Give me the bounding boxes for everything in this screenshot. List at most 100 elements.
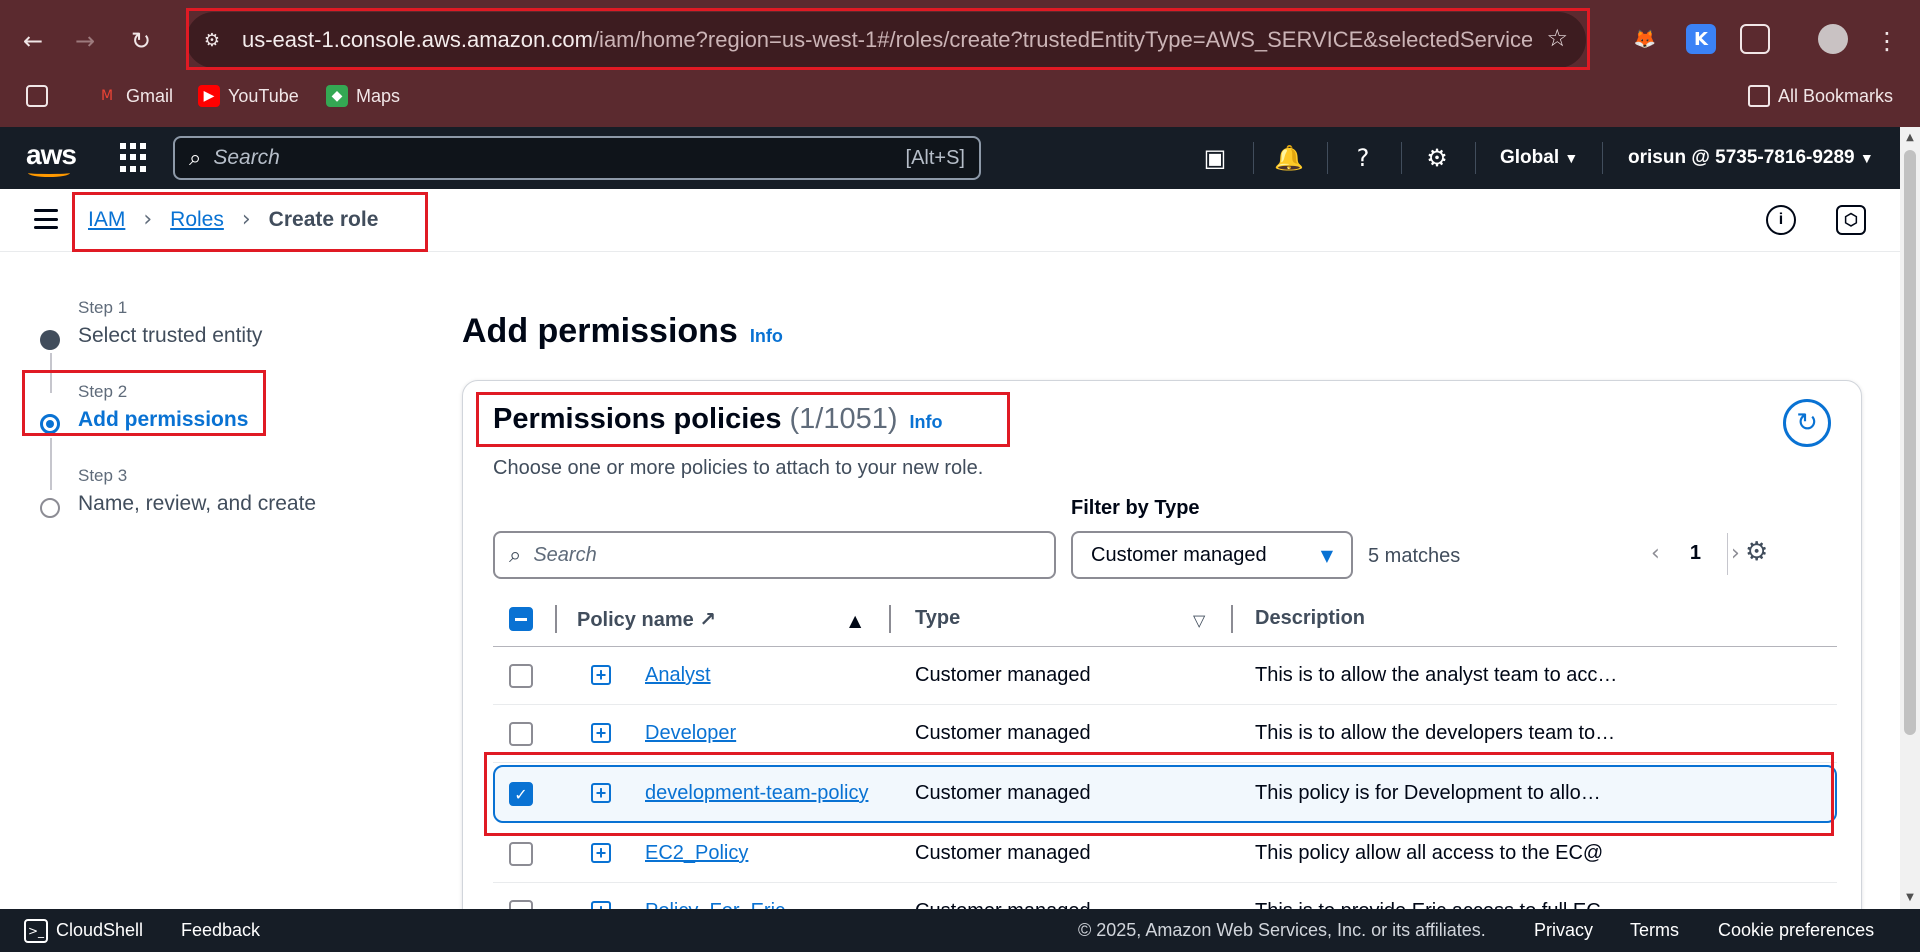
column-label: Policy name (577, 609, 694, 631)
breadcrumb: IAM › Roles › Create role (88, 207, 378, 232)
step-1[interactable]: Step 1 Select trusted entity (78, 298, 262, 348)
search-placeholder: Search (213, 146, 280, 169)
browser-menu-icon[interactable]: ⋮ (1870, 24, 1904, 58)
row-checkbox[interactable] (509, 722, 533, 746)
bookmark-maps[interactable]: ◆ Maps (326, 80, 400, 112)
page-info-link[interactable]: Info (750, 326, 783, 347)
refresh-icon[interactable]: ↻ (1783, 399, 1831, 447)
bookmark-label: Gmail (126, 85, 174, 106)
breadcrumb-bar: IAM › Roles › Create role i ⬡ (0, 189, 1900, 252)
notifications-panel-icon[interactable]: ⬡ (1836, 205, 1866, 235)
aws-logo[interactable]: aws (26, 139, 77, 177)
panel-title: Permissions policies (1/1051) Info (493, 403, 943, 436)
step-2-dot (40, 414, 60, 434)
policy-search-input[interactable]: ⌕ Search (493, 531, 1056, 579)
profile-avatar[interactable] (1818, 24, 1848, 54)
select-all-checkbox[interactable] (509, 607, 533, 631)
step-2: Step 2 Add permissions (78, 382, 248, 432)
expand-row-icon[interactable]: + (591, 665, 611, 685)
metamask-icon[interactable]: 🦊 (1630, 24, 1660, 54)
policy-type: Customer managed (915, 842, 1091, 864)
settings-gear-icon[interactable]: ⚙ (1420, 141, 1454, 175)
reload-icon[interactable]: ↻ (124, 24, 158, 58)
policy-name-link[interactable]: Developer (645, 722, 736, 745)
bookmarks-bar: M Gmail ▶ YouTube ◆ Maps All Bookmarks (0, 80, 1920, 112)
scroll-up-icon[interactable]: ▲ (1902, 132, 1918, 146)
row-checkbox-checked[interactable]: ✓ (509, 782, 533, 806)
breadcrumb-roles[interactable]: Roles (170, 208, 224, 232)
expand-row-icon[interactable]: + (591, 723, 611, 743)
apps-grid-icon[interactable] (26, 80, 56, 112)
policy-name-link[interactable]: Analyst (645, 664, 711, 687)
row-checkbox[interactable] (509, 664, 533, 688)
cloudshell-icon[interactable]: >_ (24, 919, 48, 943)
address-bar[interactable]: ⚙ us-east-1.console.aws.amazon.com/iam/h… (186, 12, 1586, 68)
scrollbar-thumb[interactable] (1904, 150, 1916, 735)
sort-icon[interactable]: ▽ (1193, 611, 1205, 630)
policy-name-link[interactable]: development-team-policy (645, 782, 868, 805)
account-menu[interactable]: orisun @ 5735-7816-9289 ▼ (1628, 147, 1874, 169)
table-row-selected[interactable]: ✓ + development-team-policy Customer man… (493, 765, 1837, 823)
table-preferences-gear-icon[interactable]: ⚙ (1745, 537, 1768, 567)
search-shortcut: [Alt+S] (905, 146, 965, 169)
row-checkbox[interactable] (509, 842, 533, 866)
policy-type: Customer managed (915, 664, 1091, 686)
all-bookmarks-label: All Bookmarks (1778, 85, 1894, 106)
page-title-text: Add permissions (462, 312, 738, 350)
extensions-puzzle-icon[interactable] (1740, 24, 1770, 54)
table-row[interactable]: + Analyst Customer managed This is to al… (493, 647, 1837, 705)
step-1-dot (40, 330, 60, 350)
column-type[interactable]: Type (915, 607, 960, 630)
services-grid-icon[interactable] (120, 143, 150, 173)
expand-row-icon[interactable]: + (591, 783, 611, 803)
youtube-icon: ▶ (198, 85, 220, 107)
search-icon: ⌕ (189, 145, 202, 171)
current-page[interactable]: 1 (1690, 542, 1701, 565)
chevron-right-icon: › (241, 207, 251, 232)
footer-feedback[interactable]: Feedback (181, 920, 260, 941)
footer-privacy[interactable]: Privacy (1534, 920, 1593, 941)
permissions-policies-panel: Permissions policies (1/1051) Info ↻ Cho… (462, 380, 1862, 952)
policy-description: This is to allow the developers team to… (1255, 722, 1616, 744)
policy-description: This policy is for Development to allo… (1255, 782, 1601, 804)
region-selector[interactable]: Global ▼ (1500, 147, 1578, 169)
back-icon[interactable]: ← (16, 24, 50, 58)
footer-cloudshell[interactable]: CloudShell (56, 920, 143, 941)
step-number: Step 3 (78, 466, 128, 485)
step-3-dot (40, 498, 60, 518)
cloudshell-icon[interactable]: ▣ (1198, 141, 1232, 175)
column-description[interactable]: Description (1255, 607, 1365, 630)
policy-name-link[interactable]: EC2_Policy (645, 842, 748, 865)
notifications-bell-icon[interactable]: 🔔 (1272, 141, 1306, 175)
info-panel-icon[interactable]: i (1766, 205, 1796, 235)
footer-terms[interactable]: Terms (1630, 920, 1679, 941)
table-row[interactable]: + EC2_Policy Customer managed This polic… (493, 825, 1837, 883)
panel-info-link[interactable]: Info (910, 412, 943, 433)
caret-down-icon: ▼ (1320, 545, 1333, 565)
bookmark-youtube[interactable]: ▶ YouTube (198, 80, 299, 112)
side-nav-menu-icon[interactable] (34, 209, 58, 229)
bookmark-gmail[interactable]: M Gmail (96, 80, 173, 112)
aws-search-input[interactable]: ⌕ Search [Alt+S] (173, 136, 981, 180)
all-bookmarks[interactable]: All Bookmarks (1748, 80, 1893, 112)
k-extension-icon[interactable]: K (1686, 24, 1716, 54)
prev-page-icon[interactable]: ‹ (1651, 541, 1660, 566)
scroll-down-icon[interactable]: ▼ (1902, 892, 1918, 906)
step-number: Step 2 (78, 382, 128, 401)
column-policy-name[interactable]: Policy name ↗ (577, 607, 716, 632)
help-icon[interactable]: ? (1346, 141, 1380, 175)
breadcrumb-iam[interactable]: IAM (88, 208, 125, 232)
bookmark-star-icon[interactable]: ☆ (1546, 24, 1568, 52)
forward-icon[interactable]: → (68, 24, 102, 58)
expand-row-icon[interactable]: + (591, 843, 611, 863)
bookmark-label: YouTube (228, 85, 299, 106)
site-info-icon[interactable]: ⚙ (194, 22, 230, 58)
filter-type-select[interactable]: Customer managed ▼ (1071, 531, 1353, 579)
footer-cookie-preferences[interactable]: Cookie preferences (1718, 920, 1874, 941)
sort-ascending-icon[interactable]: ▲ (849, 611, 861, 630)
browser-chrome: ← → ↻ ⚙ us-east-1.console.aws.amazon.com… (0, 0, 1920, 127)
url-text[interactable]: us-east-1.console.aws.amazon.com/iam/hom… (242, 27, 1532, 53)
aws-logo-text: aws (26, 139, 77, 170)
next-page-icon[interactable]: › (1731, 541, 1740, 566)
table-row[interactable]: + Developer Customer managed This is to … (493, 705, 1837, 763)
